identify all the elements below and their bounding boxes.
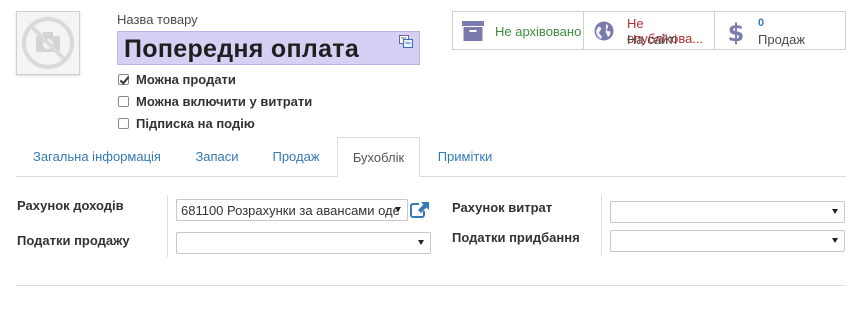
can-be-sold-checkbox[interactable] [118,73,129,85]
product-name-label: Назва товару [117,12,198,27]
income-account-select[interactable]: 681100 Розрахунки за авансами одержаними [176,199,408,221]
product-image[interactable] [16,11,80,75]
can-be-expensed-label: Можна включити у витрати [136,93,313,109]
tab-accounting[interactable]: Бухоблік [337,137,420,177]
event-subscription-checkbox[interactable] [118,117,129,129]
event-subscription-checkbox-row[interactable]: Підписка на подію [118,114,255,132]
chevron-down-icon [832,209,838,214]
product-name-input[interactable]: Попередня оплата [117,31,420,65]
website-sub-text: На сайті [627,32,678,47]
sales-count-button[interactable]: $ 0 Продаж [714,11,846,50]
field-separator [167,195,168,257]
expense-account-select[interactable] [610,201,845,223]
no-image-icon [22,17,74,69]
tab-general-information[interactable]: Загальна інформація [16,137,178,177]
chevron-down-icon [395,207,401,212]
dollar-icon: $ [729,19,743,45]
website-publish-button[interactable]: Не опублікова... На сайті [583,11,715,50]
translate-icon[interactable] [399,35,413,48]
tab-inventory[interactable]: Запаси [178,137,256,177]
tab-sales[interactable]: Продаж [256,137,336,177]
globe-icon [594,21,614,41]
can-be-sold-label: Можна продати [136,71,236,87]
external-link-icon[interactable] [410,201,430,219]
sales-taxes-select[interactable] [176,232,431,254]
product-name-value: Попередня оплата [124,35,360,63]
sales-count-value: 0 [758,17,765,29]
expense-account-label: Рахунок витрат [452,200,553,215]
chevron-down-icon [832,238,838,243]
sales-taxes-label: Податки продажу [17,233,130,248]
archive-box-icon [462,21,484,41]
can-be-expensed-checkbox-row[interactable]: Можна включити у витрати [118,92,312,110]
purchase-taxes-label: Податки придбання [452,230,580,245]
sales-sub-text: Продаж [758,32,806,47]
event-subscription-label: Підписка на подію [136,115,255,131]
field-separator [601,195,602,255]
archive-button[interactable]: Не архівовано [452,11,584,50]
can-be-expensed-checkbox[interactable] [118,95,129,107]
purchase-taxes-select[interactable] [610,230,845,252]
chevron-down-icon [418,240,424,245]
section-divider [16,285,846,286]
income-account-value: 681100 Розрахунки за авансами одержаними [181,203,399,218]
can-be-sold-checkbox-row[interactable]: Можна продати [118,70,236,88]
income-account-label: Рахунок доходів [17,198,124,213]
svg-text:$: $ [729,19,743,45]
archive-status-text: Не архівовано [495,24,582,39]
tab-notes[interactable]: Примітки [420,137,510,177]
